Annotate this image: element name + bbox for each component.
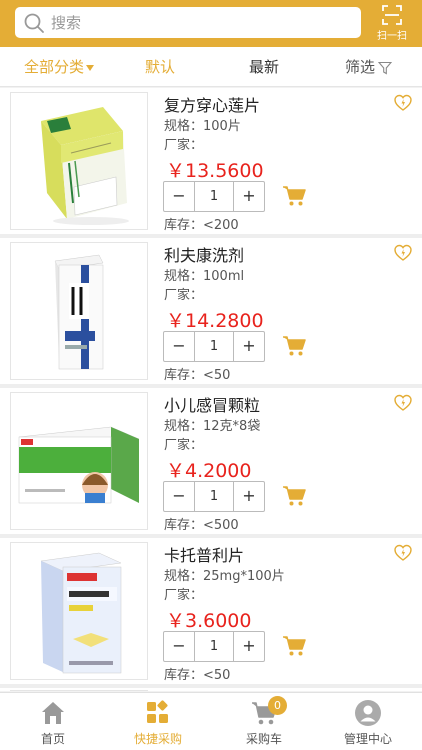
bottom-tab-bar: 首页 快捷采购 采购车 0 管理中心 — [0, 692, 422, 750]
medicine-box-image — [18, 426, 140, 504]
tab-home[interactable]: 首页 — [13, 693, 93, 750]
product-stock: 库存：<50 — [164, 668, 231, 683]
product-price: ￥14.2800 — [166, 310, 264, 332]
favorite-heart-icon[interactable] — [394, 394, 412, 412]
medicine-box-image — [41, 107, 129, 225]
quantity-value[interactable]: 1 — [194, 482, 234, 511]
medicine-box-image — [40, 552, 122, 674]
quick-purchase-icon — [147, 700, 168, 723]
product-spec: 规格：100ml — [164, 269, 245, 284]
all-categories-label: 全部分类 — [24, 58, 85, 76]
favorite-heart-icon[interactable] — [394, 544, 412, 562]
product-spec: 规格：25mg*100片 — [164, 569, 285, 584]
tab-cart-label: 采购车 — [245, 732, 282, 746]
sort-default[interactable]: 默认 — [145, 47, 175, 87]
product-name: 卡托普利片 — [164, 546, 245, 565]
cart-count-badge: 0 — [268, 696, 287, 715]
quantity-value[interactable]: 1 — [194, 182, 234, 211]
product-name: 小儿感冒颗粒 — [164, 396, 261, 415]
product-stock: 库存：<200 — [164, 218, 239, 233]
add-to-cart-icon[interactable] — [282, 185, 306, 207]
scan-button[interactable]: 扫一扫 — [370, 3, 414, 45]
product-image[interactable] — [10, 92, 148, 230]
search-input[interactable] — [51, 13, 351, 32]
product-image[interactable] — [10, 242, 148, 380]
product-item[interactable]: 复方穿心莲片 规格：100片 厂家： ￥13.5600 − 1 + 库存：<20… — [0, 88, 422, 238]
add-to-cart-icon[interactable] — [282, 485, 306, 507]
product-item[interactable]: 卡托普利片 规格：25mg*100片 厂家： ￥3.6000 − 1 + 库存：… — [0, 538, 422, 688]
minus-button[interactable]: − — [164, 482, 194, 511]
funnel-icon — [377, 61, 393, 74]
favorite-heart-icon[interactable] — [394, 244, 412, 262]
tab-quick-purchase[interactable]: 快捷采购 — [118, 693, 198, 750]
minus-button[interactable]: − — [164, 182, 194, 211]
product-maker: 厂家： — [164, 588, 204, 603]
tab-quick-purchase-label: 快捷采购 — [133, 732, 182, 746]
product-maker: 厂家： — [164, 288, 204, 303]
caret-down-icon — [86, 64, 95, 71]
tab-home-label: 首页 — [40, 732, 65, 746]
medicine-box-image — [54, 254, 104, 370]
quantity-stepper: − 1 + — [163, 481, 265, 512]
scan-icon — [382, 5, 402, 25]
product-stock: 库存：<500 — [164, 518, 239, 533]
product-maker: 厂家： — [164, 438, 204, 453]
filter-button[interactable]: 筛选 — [345, 47, 393, 87]
plus-button[interactable]: + — [234, 182, 264, 211]
tab-management-center-label: 管理中心 — [343, 732, 392, 746]
next-item-thumb — [10, 690, 148, 691]
product-name: 复方穿心莲片 — [164, 96, 261, 115]
quantity-stepper: − 1 + — [163, 331, 265, 362]
product-image[interactable] — [10, 542, 148, 680]
quantity-value[interactable]: 1 — [194, 632, 234, 661]
sort-latest[interactable]: 最新 — [249, 47, 279, 87]
product-price: ￥4.2000 — [166, 460, 252, 482]
sort-latest-label: 最新 — [249, 58, 280, 76]
product-price: ￥13.5600 — [166, 160, 264, 182]
search-box[interactable] — [15, 7, 361, 38]
home-icon — [42, 702, 64, 724]
filter-bar: 全部分类 默认 最新 筛选 — [0, 47, 422, 87]
all-categories-filter[interactable]: 全部分类 — [24, 47, 95, 87]
favorite-heart-icon[interactable] — [394, 94, 412, 112]
next-item-peek — [0, 688, 422, 691]
top-bar: 扫一扫 — [0, 0, 422, 47]
product-item[interactable]: 利夫康洗剂 规格：100ml 厂家： ￥14.2800 − 1 + 库存：<50 — [0, 238, 422, 388]
product-list: 复方穿心莲片 规格：100片 厂家： ￥13.5600 − 1 + 库存：<20… — [0, 88, 422, 691]
quantity-stepper: − 1 + — [163, 631, 265, 662]
quantity-value[interactable]: 1 — [194, 332, 234, 361]
quantity-stepper: − 1 + — [163, 181, 265, 212]
tab-management-center[interactable]: 管理中心 — [328, 693, 408, 750]
plus-button[interactable]: + — [234, 482, 264, 511]
filter-label: 筛选 — [345, 58, 376, 76]
add-to-cart-icon[interactable] — [282, 335, 306, 357]
product-item[interactable]: 小儿感冒颗粒 规格：12克*8袋 厂家： ￥4.2000 − 1 + 库存：<5… — [0, 388, 422, 538]
plus-button[interactable]: + — [234, 632, 264, 661]
product-price: ￥3.6000 — [166, 610, 252, 632]
product-name: 利夫康洗剂 — [164, 246, 245, 265]
product-spec: 规格：100片 — [164, 119, 241, 134]
plus-button[interactable]: + — [234, 332, 264, 361]
product-image[interactable] — [10, 392, 148, 530]
add-to-cart-icon[interactable] — [282, 635, 306, 657]
product-maker: 厂家： — [164, 138, 204, 153]
search-icon — [24, 13, 44, 33]
minus-button[interactable]: − — [164, 332, 194, 361]
sort-default-label: 默认 — [145, 58, 176, 76]
tab-cart[interactable]: 采购车 0 — [224, 693, 304, 750]
product-spec: 规格：12克*8袋 — [164, 419, 261, 434]
minus-button[interactable]: − — [164, 632, 194, 661]
product-stock: 库存：<50 — [164, 368, 231, 383]
user-icon — [355, 700, 381, 726]
scan-label: 扫一扫 — [377, 31, 407, 42]
